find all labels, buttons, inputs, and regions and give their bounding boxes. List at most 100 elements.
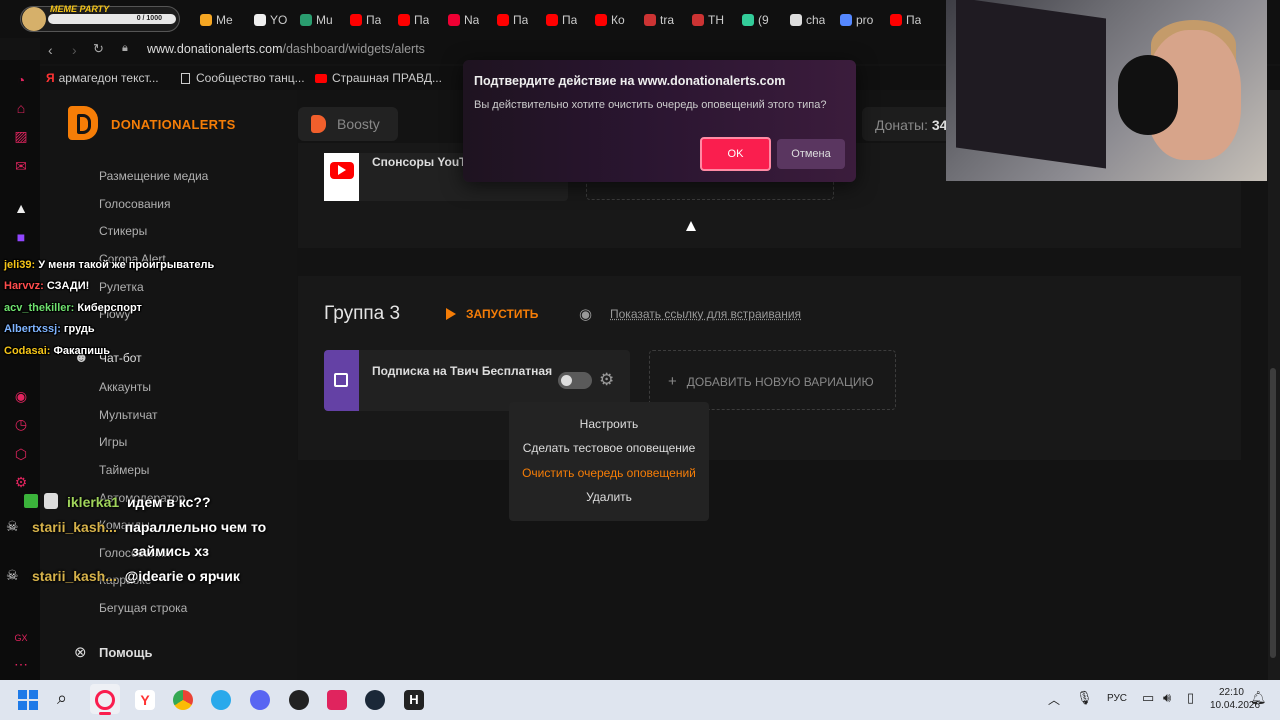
network-icon[interactable]: ▭ <box>1142 690 1154 706</box>
volume-icon[interactable]: 🔊︎ <box>1163 690 1171 706</box>
chat-line: acv_thekiller: Киберспорт <box>4 302 142 314</box>
aria-icon[interactable]: ▲ <box>13 200 29 216</box>
mail-icon[interactable]: ✉ <box>13 158 29 174</box>
tab-6[interactable]: Na <box>448 10 479 30</box>
player-icon[interactable]: ◉ <box>13 388 29 404</box>
nav-media[interactable]: Размещение медиа <box>99 169 208 183</box>
tab-2[interactable]: YO <box>254 10 287 30</box>
menu-test-alert[interactable]: Сделать тестовое оповещение <box>509 441 709 455</box>
game-icon[interactable]: ▨ <box>13 128 29 144</box>
menu-clear-queue[interactable]: Очистить очередь оповещений <box>509 466 709 480</box>
reload-icon[interactable]: ↻ <box>93 41 104 57</box>
tab-10[interactable]: tra <box>644 10 674 30</box>
nav-stickers[interactable]: Стикеры <box>99 224 147 238</box>
battery-icon[interactable]: ▯ <box>1187 690 1194 706</box>
tab-4[interactable]: Па <box>350 10 381 30</box>
embed-link[interactable]: Показать ссылку для встраивания <box>610 307 801 321</box>
skull-icon: ☠ <box>6 518 19 534</box>
group-title: Группа 3 <box>324 303 401 324</box>
clock[interactable]: 22:10 10.04.2026 <box>1210 686 1260 712</box>
boosty-icon <box>311 115 326 133</box>
nav-polls[interactable]: Голосования <box>99 197 170 211</box>
tab-13[interactable]: cha <box>790 10 825 30</box>
more-icon[interactable]: ⋯ <box>13 656 29 672</box>
gear-icon[interactable]: ⚙ <box>599 370 614 390</box>
mouse-cursor <box>686 221 696 231</box>
lock-icon: 🔒︎ <box>122 42 128 54</box>
nav-roulette[interactable]: Рулетка <box>99 280 144 294</box>
gx-icon[interactable]: GX <box>13 630 29 646</box>
twitch-icon[interactable]: ■ <box>13 229 29 245</box>
bookmark-1[interactable]: Яармагедон текст... <box>46 71 159 85</box>
language-indicator[interactable]: РУС <box>1107 693 1127 704</box>
telegram-icon[interactable] <box>211 690 231 710</box>
tab-12[interactable]: (9 <box>742 10 769 30</box>
donationalerts-logo[interactable] <box>68 106 98 140</box>
eye-icon: ◉ <box>579 306 593 323</box>
opera-gx-icon[interactable] <box>95 690 115 710</box>
forward-icon[interactable]: › <box>72 42 77 58</box>
meme-progress: 0 / 1000 <box>48 14 176 24</box>
tab-9[interactable]: Ко <box>595 10 625 30</box>
nav-multichat[interactable]: Мультичат <box>99 408 158 422</box>
tray-chevron-icon[interactable]: ︿ <box>1048 691 1060 708</box>
tab-5[interactable]: Па <box>398 10 429 30</box>
extensions-icon[interactable]: ⬡ <box>13 446 29 462</box>
logo-text[interactable]: DONATIONALERTS <box>111 117 236 132</box>
nav-help[interactable]: Помощь <box>99 645 152 660</box>
yandex-icon[interactable]: Y <box>135 690 155 710</box>
run-button[interactable]: ЗАПУСТИТЬ <box>466 307 538 321</box>
url-field[interactable]: www.donationalerts.com/dashboard/widgets… <box>147 42 425 56</box>
bookmark-3[interactable]: Страшная ПРАВД... <box>315 71 442 85</box>
badge-icon <box>44 493 58 509</box>
ok-button[interactable]: OK <box>700 137 771 171</box>
tab-15[interactable]: Па <box>890 10 921 30</box>
menu-configure[interactable]: Настроить <box>509 417 709 431</box>
tiktok-icon[interactable] <box>327 690 347 710</box>
obs-icon[interactable] <box>289 690 309 710</box>
app-h-icon[interactable]: H <box>404 690 424 710</box>
history-icon[interactable]: ◷ <box>13 416 29 432</box>
scrollbar-thumb[interactable] <box>1270 368 1276 658</box>
nav-accounts[interactable]: Аккаунты <box>99 380 151 394</box>
cancel-button[interactable]: Отмена <box>777 139 845 169</box>
bookmark-2[interactable]: Сообщество танц... <box>181 71 305 85</box>
badge-icon <box>24 494 38 508</box>
tab-14[interactable]: pro <box>840 10 873 30</box>
nav-ticker[interactable]: Бегущая строка <box>99 601 187 615</box>
cart-icon[interactable]: ⌂ <box>13 100 29 116</box>
sponsors-label: Спонсоры YouTu <box>372 155 473 169</box>
tab-7[interactable]: Па <box>497 10 528 30</box>
help-icon: ⊗ <box>74 644 87 661</box>
add-variation-button[interactable]: + ДОБАВИТЬ НОВУЮ ВАРИАЦИЮ <box>668 373 874 390</box>
skull-icon: ☠ <box>6 567 19 583</box>
meme-avatar <box>22 7 46 31</box>
tab-1[interactable]: Me <box>200 10 233 30</box>
subscription-label: Подписка на Твич Бесплатная <box>372 364 553 378</box>
enable-toggle[interactable] <box>558 372 592 389</box>
tab-3[interactable]: Mu <box>300 10 333 30</box>
windows-start-icon[interactable] <box>18 690 38 710</box>
tab-11[interactable]: TH <box>692 10 724 30</box>
run-icon[interactable] <box>446 308 456 320</box>
chrome-icon[interactable] <box>173 690 193 710</box>
chat-line: Harvvz: СЗАДИ! <box>4 280 90 292</box>
search-icon[interactable]: ⌕ <box>57 688 67 709</box>
plus-icon: + <box>668 373 677 390</box>
play-icon <box>338 165 346 175</box>
microphone-icon[interactable]: 🎙︎ <box>1076 690 1093 706</box>
settings-icon[interactable]: ⚙ <box>13 474 29 490</box>
tab-8[interactable]: Па <box>546 10 577 30</box>
chat-line: starii_kash... параллельно чем то <box>32 519 267 535</box>
discord-icon[interactable] <box>250 690 270 710</box>
chat-line: займись хз <box>132 543 209 559</box>
speed-dial-icon[interactable]: ◔ <box>13 72 29 88</box>
nav-games[interactable]: Игры <box>99 435 127 449</box>
notification-icon[interactable]: 🔔︎ <box>1250 690 1267 706</box>
menu-delete[interactable]: Удалить <box>509 490 709 504</box>
nav-timers[interactable]: Таймеры <box>99 463 149 477</box>
steam-icon[interactable] <box>365 690 385 710</box>
webcam-headphones <box>1118 55 1178 135</box>
back-icon[interactable]: ‹ <box>48 42 53 58</box>
boosty-label: Boosty <box>337 116 380 132</box>
